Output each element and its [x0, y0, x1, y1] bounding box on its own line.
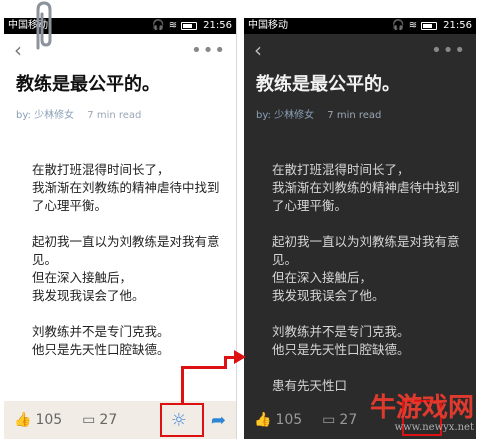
article-title: 教练是最公平的。: [256, 74, 400, 95]
carrier-label: 中国移动: [248, 20, 288, 31]
wifi-icon: ≋: [168, 20, 178, 31]
text-line: 在散打班混得时间长了，: [32, 162, 170, 177]
share-icon[interactable]: ➦: [211, 410, 226, 431]
like-button[interactable]: 👍 105: [254, 412, 302, 428]
text-line: 但在深入接触后，: [32, 270, 133, 285]
wifi-icon: ≋: [408, 20, 418, 31]
like-count: 105: [35, 412, 63, 428]
status-icons: 🎧 ≋ 21:56: [152, 18, 232, 34]
arrow-connector: [181, 368, 184, 404]
paragraph: 刘教练并不是专门克我。 他只是先天性口腔缺德。: [32, 323, 226, 359]
clock: 21:56: [443, 20, 472, 31]
dark-mode-screen: 中国移动 🎧 ≋ 21:56 ‹ ••• 教练是最公平的。 by: 少林修女 7…: [244, 18, 476, 439]
comment-button[interactable]: ▭ 27: [322, 412, 357, 428]
text-line: 我渐渐在刘教练的精神虐待中找到了心理平衡。: [32, 180, 220, 213]
text-line: 刘教练并不是专门克我。: [32, 324, 170, 339]
article-body: 在散打班混得时间长了， 我渐渐在刘教练的精神虐待中找到了心理平衡。 起初我一直以…: [32, 161, 226, 359]
article-title: 教练是最公平的。: [16, 74, 160, 95]
back-icon[interactable]: ‹: [14, 40, 22, 60]
author-link[interactable]: by: 少林修女: [256, 110, 314, 121]
comment-count: 27: [339, 412, 358, 428]
thumb-up-icon: 👍: [254, 412, 272, 428]
headphone-icon: 🎧: [392, 20, 405, 31]
battery-icon: [421, 22, 438, 30]
clock: 21:56: [203, 20, 232, 31]
article-body: 在散打班混得时间长了， 我渐渐在刘教练的精神虐待中找到了心理平衡。 起初我一直以…: [272, 161, 466, 395]
watermark-url: www.newyx.net: [394, 422, 474, 433]
paragraph: 在散打班混得时间长了， 我渐渐在刘教练的精神虐待中找到了心理平衡。: [272, 161, 466, 215]
comment-button[interactable]: ▭ 27: [82, 412, 117, 428]
paragraph: 起初我一直以为刘教练是对我有意见。 但在深入接触后， 我发现我误会了他。: [32, 233, 226, 305]
article-meta: by: 少林修女 7 min read: [16, 106, 236, 121]
comment-icon: ▭: [82, 412, 96, 428]
text-line: 我发现我误会了他。: [272, 288, 385, 303]
headphone-icon: 🎧: [152, 20, 165, 31]
highlight-box-light: [160, 403, 204, 437]
article-meta: by: 少林修女 7 min read: [256, 106, 476, 121]
like-button[interactable]: 👍 105: [14, 412, 62, 428]
top-nav: ‹ •••: [244, 34, 476, 66]
text-line: 我渐渐在刘教练的精神虐待中找到了心理平衡。: [272, 180, 460, 213]
status-icons: 🎧 ≋ 21:56: [392, 18, 472, 34]
more-icon[interactable]: •••: [191, 40, 226, 61]
paragraph: 起初我一直以为刘教练是对我有意见。 但在深入接触后， 我发现我误会了他。: [272, 233, 466, 305]
comment-count: 27: [99, 412, 118, 428]
arrow-head: [234, 350, 246, 364]
text-line: 他只是先天性口腔缺德。: [272, 342, 410, 357]
status-bar: 中国移动 🎧 ≋ 21:56: [244, 18, 476, 34]
battery-icon: [181, 22, 198, 30]
paperclip-icon: [36, 1, 52, 50]
text-line: 刘教练并不是专门克我。: [272, 324, 410, 339]
back-icon[interactable]: ‹: [254, 40, 262, 60]
text-line: 他只是先天性口腔缺德。: [32, 342, 170, 357]
text-line: 起初我一直以为刘教练是对我有意见。: [32, 234, 220, 267]
paragraph: 在散打班混得时间长了， 我渐渐在刘教练的精神虐待中找到了心理平衡。: [32, 161, 226, 215]
read-time: 7 min read: [87, 110, 142, 121]
read-time: 7 min read: [327, 110, 382, 121]
text-line: 我发现我误会了他。: [32, 288, 145, 303]
author-link[interactable]: by: 少林修女: [16, 110, 74, 121]
paragraph: 刘教练并不是专门克我。 他只是先天性口腔缺德。: [272, 323, 466, 359]
thumb-up-icon: 👍: [14, 412, 32, 428]
like-count: 105: [275, 412, 303, 428]
text-line: 在散打班混得时间长了，: [272, 162, 410, 177]
more-icon[interactable]: •••: [431, 40, 466, 61]
comment-icon: ▭: [322, 412, 336, 428]
arrow-connector: [181, 366, 225, 369]
text-line: 起初我一直以为刘教练是对我有意见。: [272, 234, 460, 267]
watermark-text: 牛游戏网: [369, 393, 474, 423]
light-mode-screen: 中国移动 🎧 ≋ 21:56 ‹ ••• 教练是最公平的。 by: 少林修女 7…: [4, 18, 237, 439]
text-line: 但在深入接触后，: [272, 270, 373, 285]
site-watermark: 牛游戏网 www.newyx.net: [370, 394, 474, 433]
